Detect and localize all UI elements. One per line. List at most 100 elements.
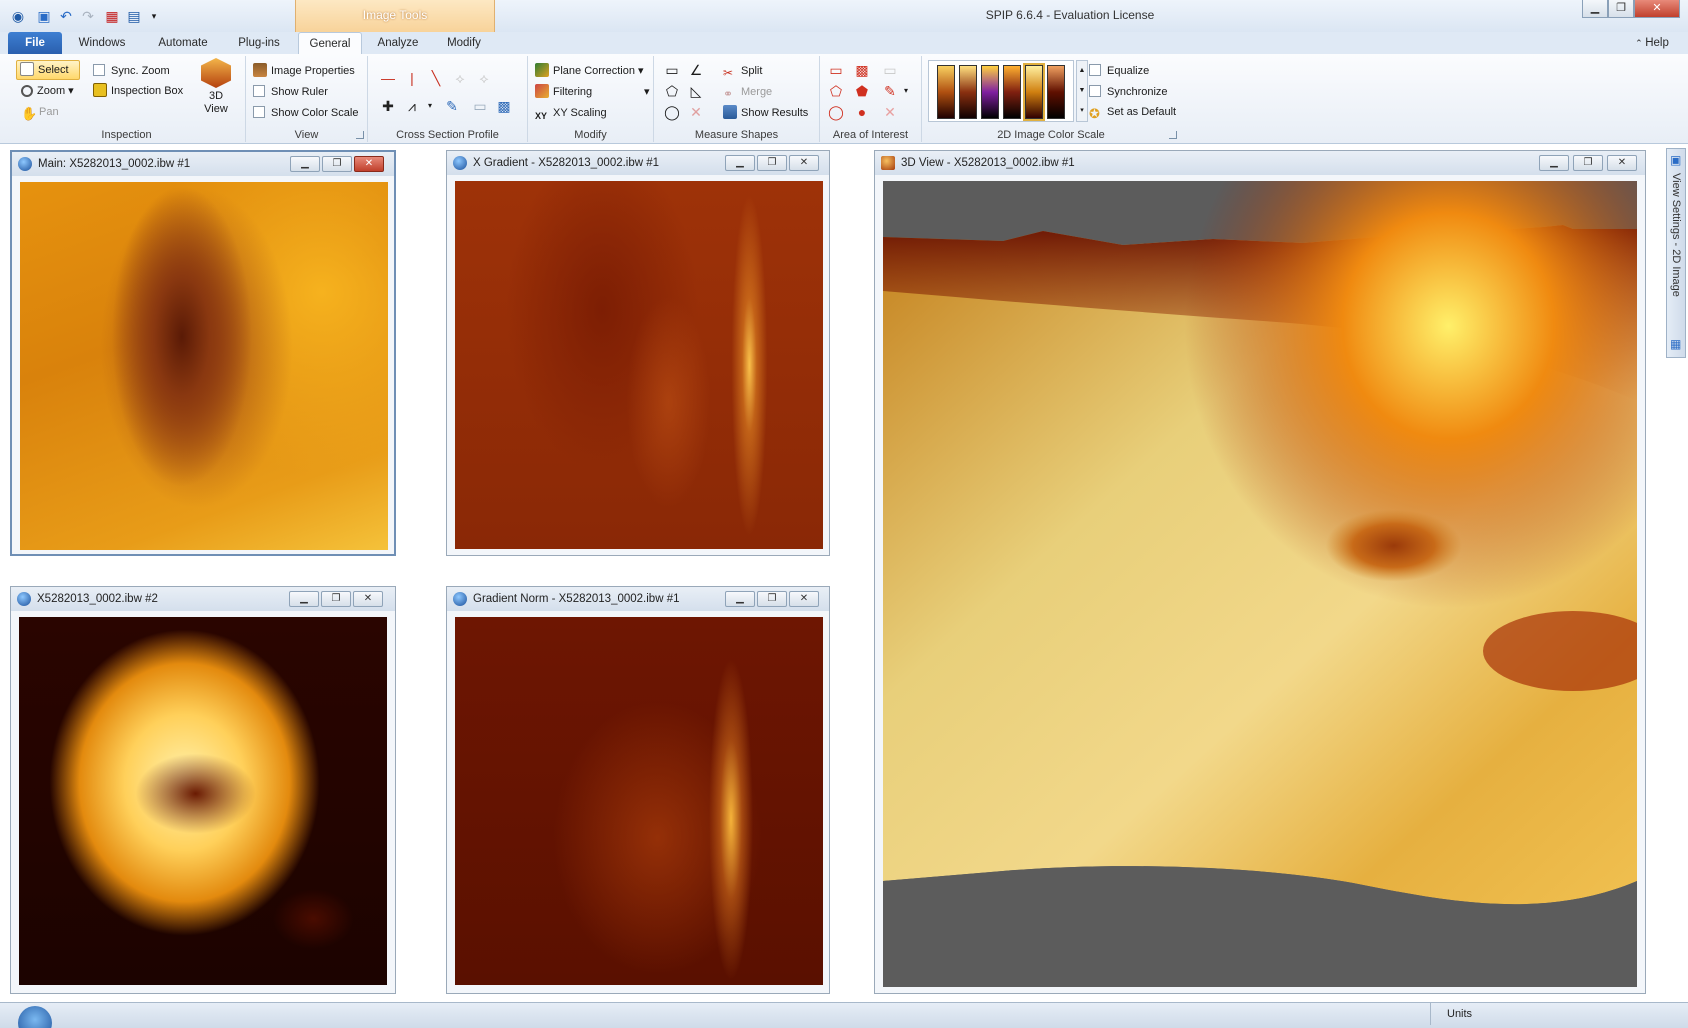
start-orb-icon[interactable] <box>18 1006 52 1028</box>
polyline-icon[interactable]: ⟡ <box>476 70 492 86</box>
color-scale-swatch-1[interactable] <box>937 65 955 119</box>
maximize-button[interactable]: ❐ <box>757 155 787 171</box>
show-results-button[interactable]: Show Results <box>720 103 811 123</box>
window-image-2-titlebar[interactable]: X5282013_0002.ibw #2 ▁ ❐ ✕ <box>11 587 395 611</box>
tab-general[interactable]: General <box>298 32 362 54</box>
polygon-measure-icon[interactable]: ⬠ <box>664 83 680 99</box>
select-tool-button[interactable]: Select <box>16 60 80 80</box>
aoi-ellipse-icon[interactable]: ◯ <box>828 104 844 120</box>
window-3d-view-titlebar[interactable]: 3D View - X5282013_0002.ibw #1 ▁ ❐ ✕ <box>875 151 1645 175</box>
plane-correction-button[interactable]: Plane Correction ▾ <box>532 61 647 81</box>
crosshair-icon[interactable]: ✚ <box>380 98 396 114</box>
close-button[interactable]: ✕ <box>1607 155 1637 171</box>
maximize-button[interactable]: ❐ <box>321 591 351 607</box>
window-main-titlebar[interactable]: Main: X5282013_0002.ibw #1 ▁ ❐ ✕ <box>12 152 394 176</box>
aoi-dropdown-icon[interactable]: ▾ <box>898 83 914 99</box>
tab-plug-ins[interactable]: Plug-ins <box>228 32 290 54</box>
merge-button[interactable]: ⚭ Merge <box>720 82 775 102</box>
show-ruler-checkbox[interactable]: Show Ruler <box>250 82 331 102</box>
dropdown-arrow-icon[interactable]: ▾ <box>422 98 438 114</box>
color-scale-swatch-2[interactable] <box>959 65 977 119</box>
close-button[interactable]: ✕ <box>354 156 384 172</box>
split-button[interactable]: ✂ Split <box>720 61 765 81</box>
color-scale-swatch-6[interactable] <box>1047 65 1065 119</box>
triangle-measure-icon[interactable]: ◺ <box>688 83 704 99</box>
tab-modify[interactable]: Modify <box>436 32 492 54</box>
aoi-polygon-icon[interactable]: ⬠ <box>828 83 844 99</box>
profile-export-icon[interactable]: ▩ <box>496 98 512 114</box>
color-scale-swatch-selected[interactable] <box>1023 63 1045 121</box>
sync-zoom-checkbox[interactable]: Sync. Zoom <box>90 61 173 81</box>
collapse-ribbon-icon[interactable]: ⌃ <box>1635 38 1645 48</box>
image-properties-button[interactable]: Image Properties <box>250 61 358 81</box>
tab-automate[interactable]: Automate <box>148 32 218 54</box>
window-3d-view[interactable]: 3D View - X5282013_0002.ibw #1 ▁ ❐ ✕ <box>874 150 1646 994</box>
color-scale-dialog-launcher-icon[interactable] <box>1169 131 1177 139</box>
set-as-default-button[interactable]: ✪ Set as Default <box>1086 102 1179 122</box>
close-button[interactable]: ✕ <box>789 591 819 607</box>
window-image-2[interactable]: X5282013_0002.ibw #2 ▁ ❐ ✕ <box>10 586 396 994</box>
image-thresholded[interactable] <box>19 617 387 985</box>
redo-icon[interactable]: ↷ <box>78 6 98 26</box>
circle-measure-icon[interactable]: ◯ <box>664 104 680 120</box>
layout-grid-icon[interactable]: ▦ <box>102 6 122 26</box>
minimize-button[interactable]: ▁ <box>289 591 319 607</box>
aoi-filled-ellipse-icon[interactable]: ● <box>854 104 870 120</box>
vertical-line-icon[interactable]: | <box>404 70 420 86</box>
equalize-checkbox[interactable]: Equalize <box>1086 61 1152 81</box>
synchronize-checkbox[interactable]: Synchronize <box>1086 82 1171 102</box>
close-button[interactable]: ✕ <box>789 155 819 171</box>
minimize-button[interactable]: ▁ <box>1539 155 1569 171</box>
maximize-button[interactable]: ❐ <box>1608 0 1634 18</box>
undo-icon[interactable]: ↶ <box>56 6 76 26</box>
horizontal-line-icon[interactable]: — <box>380 70 396 86</box>
window-main[interactable]: Main: X5282013_0002.ibw #1 ▁ ❐ ✕ <box>10 150 396 556</box>
delete-measure-icon[interactable]: ✕ <box>688 104 704 120</box>
inspection-box-button[interactable]: Inspection Box <box>90 81 186 101</box>
pan-tool-button[interactable]: ✋ Pan <box>18 102 62 122</box>
angle-measure-icon[interactable]: ∠ <box>688 62 704 78</box>
minimize-button[interactable]: ▁ <box>725 155 755 171</box>
diagonal-line-icon[interactable]: ╲ <box>428 70 444 86</box>
tab-file[interactable]: File <box>8 32 62 54</box>
filtering-dropdown-icon[interactable]: ▾ <box>644 82 650 102</box>
3d-view-button[interactable]: 3D View <box>196 56 236 118</box>
aoi-paint-icon[interactable]: ✎ <box>882 83 898 99</box>
view-dialog-launcher-icon[interactable] <box>356 131 364 139</box>
image-x-gradient[interactable] <box>455 181 823 549</box>
polyline-tool-icon[interactable]: ⩘ <box>404 98 420 114</box>
minimize-button[interactable]: ▁ <box>290 156 320 172</box>
tab-analyze[interactable]: Analyze <box>370 32 426 54</box>
close-button[interactable]: ✕ <box>353 591 383 607</box>
aoi-filled-rectangle-icon[interactable]: ▩ <box>854 62 870 78</box>
new-file-icon[interactable]: ▣ <box>34 6 54 26</box>
xy-scaling-button[interactable]: XY XY Scaling <box>532 103 610 123</box>
profile-chart-icon[interactable]: ▭ <box>472 98 488 114</box>
maximize-button[interactable]: ❐ <box>322 156 352 172</box>
filtering-button[interactable]: Filtering ▾ <box>532 82 650 102</box>
aoi-disabled-icon[interactable]: ▭ <box>882 62 898 78</box>
window-x-gradient-titlebar[interactable]: X Gradient - X5282013_0002.ibw #1 ▁ ❐ ✕ <box>447 151 829 175</box>
maximize-button[interactable]: ❐ <box>757 591 787 607</box>
tab-windows[interactable]: Windows <box>72 32 132 54</box>
aoi-freehand-icon[interactable]: ⬟ <box>854 83 870 99</box>
window-gradient-norm-titlebar[interactable]: Gradient Norm - X5282013_0002.ibw #1 ▁ ❐… <box>447 587 829 611</box>
rectangle-measure-icon[interactable]: ▭ <box>664 62 680 78</box>
aoi-rectangle-icon[interactable]: ▭ <box>828 62 844 78</box>
image-main-topography[interactable] <box>20 182 388 550</box>
app-icon[interactable]: ◉ <box>8 6 28 26</box>
zoom-tool-button[interactable]: Zoom ▾ <box>18 81 77 101</box>
help-button[interactable]: ⌃ Help <box>1622 32 1682 54</box>
color-scale-swatch-4[interactable] <box>1003 65 1021 119</box>
palette-icon[interactable]: ▦ <box>1670 337 1681 351</box>
minimize-button[interactable]: ▁ <box>1582 0 1608 18</box>
freehand-line-icon[interactable]: ⟡ <box>452 70 468 86</box>
window-x-gradient[interactable]: X Gradient - X5282013_0002.ibw #1 ▁ ❐ ✕ <box>446 150 830 556</box>
window-gradient-norm[interactable]: Gradient Norm - X5282013_0002.ibw #1 ▁ ❐… <box>446 586 830 994</box>
profile-style-icon[interactable]: ✎ <box>444 98 460 114</box>
image-gradient-norm[interactable] <box>455 617 823 985</box>
close-button[interactable]: ✕ <box>1634 0 1680 18</box>
panel-pin-icon[interactable]: ▣ <box>1670 153 1681 167</box>
maximize-button[interactable]: ❐ <box>1573 155 1603 171</box>
aoi-clear-icon[interactable]: ✕ <box>882 104 898 120</box>
